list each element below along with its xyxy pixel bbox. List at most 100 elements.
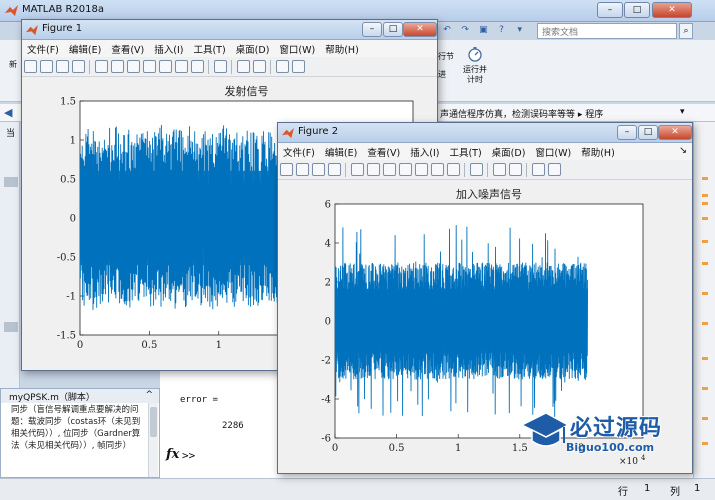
new-figure-icon[interactable] — [24, 60, 37, 73]
menu-file[interactable]: 文件(F) — [278, 143, 320, 161]
link-icon[interactable] — [470, 163, 483, 176]
figure2-maximize-button[interactable]: □ — [638, 125, 658, 140]
rotate-icon[interactable] — [159, 60, 172, 73]
menu-desktop[interactable]: 桌面(D) — [487, 143, 531, 161]
menu-help[interactable]: 帮助(H) — [576, 143, 620, 161]
menu-view[interactable]: 查看(V) — [106, 40, 149, 58]
save-icon[interactable] — [312, 163, 325, 176]
hide-plot-tools-icon[interactable] — [276, 60, 289, 73]
colorbar-icon[interactable] — [493, 163, 506, 176]
figure1-toolbar — [22, 57, 437, 77]
figure1-titlebar[interactable]: Figure 1 – □ ✕ — [22, 20, 437, 40]
search-docs-input[interactable]: 搜索文档 — [537, 23, 677, 39]
undo-icon[interactable]: ↶ — [440, 23, 454, 37]
data-cursor-icon[interactable] — [175, 60, 188, 73]
command-prompt[interactable]: >> — [182, 449, 195, 462]
zoom-in-icon[interactable] — [367, 163, 380, 176]
save-icon[interactable] — [56, 60, 69, 73]
x-tick-label: 0.5 — [141, 340, 157, 351]
details-scrollbar[interactable] — [148, 403, 158, 477]
collapse-icon[interactable]: ^ — [145, 390, 153, 400]
legend-icon[interactable] — [253, 60, 266, 73]
pointer-icon[interactable] — [95, 60, 108, 73]
help-icon[interactable]: ? — [495, 23, 509, 37]
pointer-icon[interactable] — [351, 163, 364, 176]
watermark-url: Biguo100.com — [566, 441, 655, 454]
menu-view[interactable]: 查看(V) — [362, 143, 405, 161]
back-icon[interactable]: ◀ — [4, 106, 12, 119]
menu-help[interactable]: 帮助(H) — [320, 40, 364, 58]
plot-title: 加入噪声信号 — [456, 187, 522, 201]
figure2-close-button[interactable]: ✕ — [658, 125, 692, 140]
legend-icon[interactable] — [509, 163, 522, 176]
menu-edit[interactable]: 编辑(E) — [64, 40, 106, 58]
menu-insert[interactable]: 插入(I) — [149, 40, 188, 58]
fx-icon[interactable]: fx — [166, 447, 179, 462]
watermark-name: 必过源码 — [570, 416, 663, 441]
y-tick-label: 6 — [325, 200, 331, 211]
zoom-in-icon[interactable] — [111, 60, 124, 73]
panel-gripper[interactable] — [4, 177, 18, 187]
zoom-out-icon[interactable] — [127, 60, 140, 73]
colorbar-icon[interactable] — [237, 60, 250, 73]
menu-tools[interactable]: 工具(T) — [188, 40, 230, 58]
file-description: 同步（盲信号解调重点要解决的问题：载波同步（costas环（未见到相关代码））,… — [11, 405, 141, 451]
menu-insert[interactable]: 插入(I) — [405, 143, 444, 161]
maximize-button[interactable]: □ — [624, 2, 650, 18]
hide-plot-tools-icon[interactable] — [532, 163, 545, 176]
show-plot-tools-icon[interactable] — [548, 163, 561, 176]
brush-icon[interactable] — [191, 60, 204, 73]
pan-icon[interactable] — [143, 60, 156, 73]
panel-gripper-lower[interactable] — [4, 322, 18, 332]
current-folder-panel: 当 — [0, 122, 20, 392]
data-cursor-icon[interactable] — [431, 163, 444, 176]
status-row-label: 行 — [618, 487, 628, 498]
redo-icon[interactable]: ↷ — [458, 23, 472, 37]
open-file-icon[interactable] — [40, 60, 53, 73]
close-button[interactable]: ✕ — [652, 2, 692, 18]
figure2-menu-arrow-icon[interactable]: ↘ — [678, 144, 688, 157]
path-dropdown-icon[interactable]: ▾ — [680, 107, 685, 117]
search-icon[interactable]: ⌕ — [679, 23, 693, 39]
current-folder-path[interactable]: 声通信程序仿真，检测误码率等等 ▸ 程序 — [440, 107, 603, 120]
menu-tools[interactable]: 工具(T) — [444, 143, 486, 161]
menu-file[interactable]: 文件(F) — [22, 40, 64, 58]
y-tick-label: -1.5 — [57, 331, 76, 342]
ribbon-new-button[interactable]: 新 — [6, 60, 20, 70]
pan-icon[interactable] — [399, 163, 412, 176]
figure2-toolbar — [278, 160, 692, 180]
y-tick-label: -0.5 — [57, 253, 76, 264]
print-icon[interactable] — [328, 163, 341, 176]
y-tick-label: -6 — [321, 434, 331, 445]
print-icon[interactable] — [72, 60, 85, 73]
brush-icon[interactable] — [447, 163, 460, 176]
figure1-minimize-button[interactable]: – — [362, 22, 382, 37]
figure2-minimize-button[interactable]: – — [617, 125, 637, 140]
link-icon[interactable] — [214, 60, 227, 73]
details-header[interactable]: myQPSK.m（脚本） ^ — [1, 389, 159, 403]
y-tick-label: 0 — [70, 214, 76, 225]
minimize-button[interactable]: – — [597, 2, 623, 18]
ribbon-run-and-time-button[interactable]: 运行并 计时 — [458, 46, 492, 85]
menu-window[interactable]: 窗口(W) — [530, 143, 576, 161]
zoom-out-icon[interactable] — [383, 163, 396, 176]
switch-window-icon[interactable]: ▣ — [476, 23, 490, 37]
matlab-logo-icon — [5, 5, 18, 16]
new-figure-icon[interactable] — [280, 163, 293, 176]
open-file-icon[interactable] — [296, 163, 309, 176]
menu-edit[interactable]: 编辑(E) — [320, 143, 362, 161]
x-tick-label: 1 — [455, 443, 461, 454]
y-tick-label: -2 — [321, 356, 331, 367]
menu-window[interactable]: 窗口(W) — [274, 40, 320, 58]
dropdown-icon[interactable]: ▾ — [513, 23, 527, 37]
plot-title: 发射信号 — [225, 84, 269, 98]
show-plot-tools-icon[interactable] — [292, 60, 305, 73]
status-col-value: 1 — [694, 483, 701, 494]
figure2-titlebar[interactable]: Figure 2 – □ ✕ — [278, 123, 692, 143]
menu-desktop[interactable]: 桌面(D) — [231, 40, 275, 58]
x-tick-label: 1 — [216, 340, 222, 351]
figure1-maximize-button[interactable]: □ — [383, 22, 403, 37]
rotate-icon[interactable] — [415, 163, 428, 176]
editor-scrollbar[interactable] — [693, 122, 715, 478]
figure1-close-button[interactable]: ✕ — [403, 22, 437, 37]
